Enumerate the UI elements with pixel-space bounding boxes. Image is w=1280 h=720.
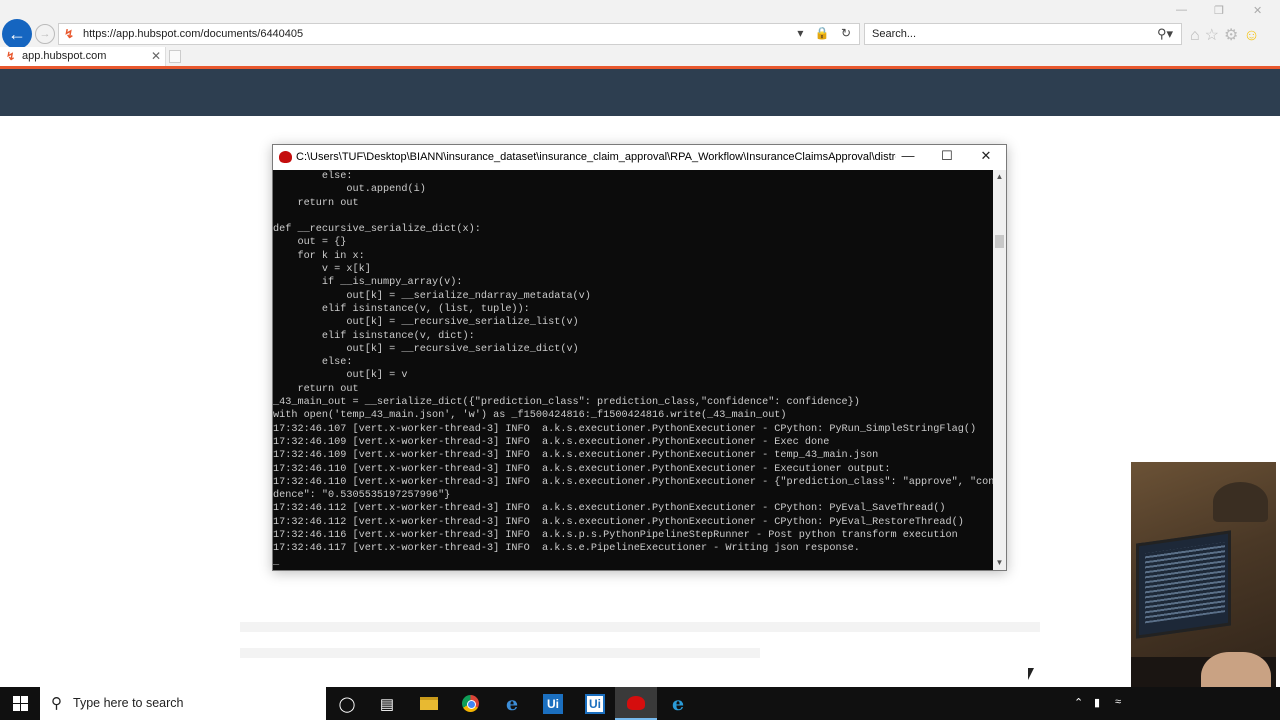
console-line: _43_main_out = __serialize_dict({"predic… [273,397,860,409]
browser-toolbar: ← → ↯ https://app.hubspot.com/documents/… [0,0,1280,68]
console-titlebar[interactable]: C:\Users\TUF\Desktop\BIANN\insurance_dat… [273,145,1006,170]
wifi-icon[interactable]: ≈ [1115,696,1121,708]
console-maximize-button[interactable]: ☐ [932,148,962,164]
internet-explorer-icon[interactable]: e [657,687,699,720]
console-line: out = {} [273,237,347,249]
search-icon[interactable]: ⚲▾ [1157,26,1173,42]
hubspot-favicon-icon: ↯ [64,27,75,41]
console-line: v = x[k] [273,264,371,276]
webcam-overlay [1131,462,1276,720]
close-tab-icon[interactable]: ✕ [151,49,161,63]
gear-icon[interactable]: ⚙ [1224,27,1243,44]
console-title: C:\Users\TUF\Desktop\BIANN\insurance_dat… [296,151,896,163]
taskbar-search-placeholder: Type here to search [73,696,184,710]
windows-logo-icon [12,696,28,711]
back-button[interactable]: ← [2,19,32,49]
feedback-smiley-icon[interactable]: ☺ [1243,27,1264,44]
new-tab-button[interactable] [169,50,181,63]
console-line: _ [273,556,280,568]
edge-icon[interactable]: e [491,687,533,720]
taskbar-search-box[interactable]: ⚲ Type here to search [40,687,326,720]
favorites-star-icon[interactable]: ☆ [1205,27,1224,44]
uipath-robot-icon[interactable]: Ui [574,687,616,720]
console-line: 17:32:46.109 [vert.x-worker-thread-3] IN… [273,436,830,448]
console-line: out[k] = __serialize_ndarray_metadata(v) [273,290,591,302]
console-line: 17:32:46.109 [vert.x-worker-thread-3] IN… [273,450,879,462]
console-line: 17:32:46.112 [vert.x-worker-thread-3] IN… [273,503,946,515]
console-text: else: out.append(i) return out def __rec… [273,170,993,569]
console-line: return out [273,383,359,395]
hubspot-tab-favicon-icon: ↯ [6,51,16,63]
console-line: elif isinstance(v, dict): [273,330,475,342]
address-bar[interactable]: ↯ https://app.hubspot.com/documents/6440… [58,23,860,45]
windows-taskbar: ⚲ Type here to search ◯ ▤ e Ui Ui e ⌃ ▮ … [0,687,1280,720]
browser-tab[interactable]: ↯ app.hubspot.com ✕ [0,47,166,66]
scroll-thumb[interactable] [995,235,1004,248]
laptop-image [1136,530,1231,639]
console-line: for k in x: [273,250,365,262]
scroll-down-icon[interactable]: ▼ [993,556,1006,570]
page-content-placeholder [240,622,1040,632]
java-console-window[interactable]: C:\Users\TUF\Desktop\BIANN\insurance_dat… [272,144,1007,571]
console-line: return out [273,197,359,209]
java-console-icon[interactable] [615,687,657,720]
search-input[interactable]: Search... ⚲▾ [864,23,1182,45]
forward-button[interactable]: → [35,24,55,44]
console-line: if __is_numpy_array(v): [273,277,463,289]
cortana-icon[interactable]: ◯ [326,687,368,720]
tab-label: app.hubspot.com [22,50,107,62]
url-text: https://app.hubspot.com/documents/644040… [83,28,304,40]
console-line: 17:32:46.112 [vert.x-worker-thread-3] IN… [273,516,964,528]
console-line: dence": "0.5305535197257996"} [273,490,451,502]
console-output[interactable]: else: out.append(i) return out def __rec… [273,170,993,570]
minimize-window-button[interactable]: — [1176,4,1187,16]
address-actions[interactable]: ▾ 🔒 ↻ [797,26,855,40]
console-minimize-button[interactable]: — [893,148,923,163]
console-line: def __recursive_serialize_dict(x): [273,224,481,236]
scroll-up-icon[interactable]: ▲ [993,170,1006,184]
home-icon[interactable]: ⌂ [1190,27,1205,44]
file-explorer-icon[interactable] [408,687,450,720]
lamp-image [1213,482,1268,522]
redhat-app-icon [279,151,292,163]
console-line: out[k] = v [273,370,408,382]
search-placeholder: Search... [872,28,917,40]
uipath-studio-icon[interactable]: Ui [532,687,574,720]
console-line: 17:32:46.117 [vert.x-worker-thread-3] IN… [273,543,860,555]
task-view-icon[interactable]: ▤ [366,687,408,720]
console-line: out[k] = __recursive_serialize_dict(v) [273,343,579,355]
console-line: 17:32:46.110 [vert.x-worker-thread-3] IN… [273,476,993,488]
console-line: else: [273,171,353,182]
console-line: 17:32:46.116 [vert.x-worker-thread-3] IN… [273,530,958,542]
console-line: elif isinstance(v, (list, tuple)): [273,303,530,315]
restore-window-button[interactable]: ❐ [1214,4,1224,17]
console-line: else: [273,357,353,369]
console-line: out[k] = __recursive_serialize_list(v) [273,317,579,329]
mouse-cursor-icon [1028,668,1034,680]
hubspot-nav-bar [0,69,1280,116]
console-line: 17:32:46.107 [vert.x-worker-thread-3] IN… [273,423,977,435]
console-line: out.append(i) [273,184,426,196]
battery-icon[interactable]: ▮ [1094,696,1100,709]
close-window-button[interactable]: ✕ [1253,4,1262,17]
tray-chevron-icon[interactable]: ⌃ [1074,696,1083,709]
console-close-button[interactable]: ✕ [971,148,1001,164]
search-icon: ⚲ [51,695,62,712]
browser-tools: ⌂☆⚙☺ [1190,25,1265,45]
console-line: with open('temp_43_main.json', 'w') as _… [273,410,787,422]
start-button[interactable] [0,687,40,720]
console-line: 17:32:46.110 [vert.x-worker-thread-3] IN… [273,463,891,475]
chrome-icon[interactable] [449,687,491,720]
console-scrollbar[interactable]: ▲ ▼ [993,170,1006,570]
page-content-placeholder [240,648,760,658]
